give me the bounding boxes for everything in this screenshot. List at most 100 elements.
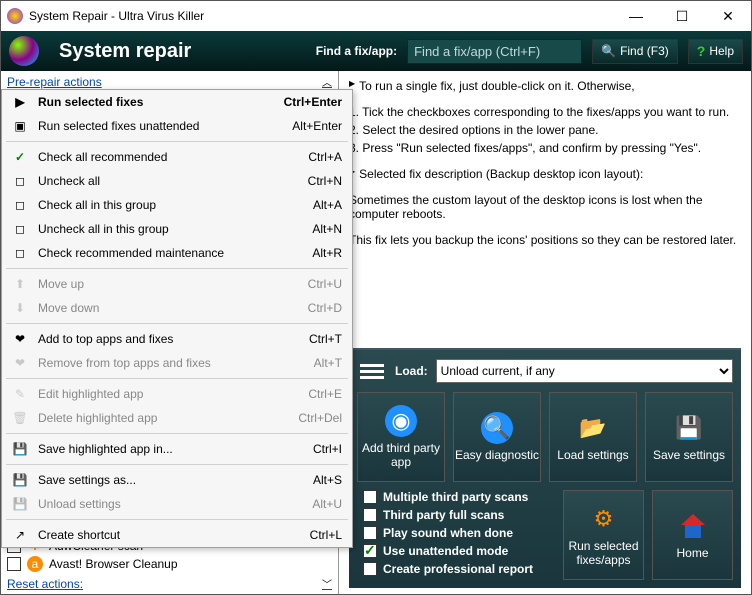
- menu-item[interactable]: 💾 Save highlighted app in... Ctrl+I: [2, 437, 352, 461]
- reset-actions-label: Reset actions:: [7, 577, 83, 591]
- tile-label: Load settings: [557, 448, 628, 462]
- menu-item-label: Move up: [38, 277, 298, 291]
- page-title: System repair: [59, 40, 191, 63]
- options-list: Multiple third party scans Third party f…: [357, 490, 555, 580]
- instruction-text: Selected fix description (Backup desktop…: [359, 167, 643, 181]
- menu-item[interactable]: ◻Uncheck allCtrl+N: [2, 169, 352, 193]
- options-row: Multiple third party scans Third party f…: [357, 490, 733, 580]
- menu-item-label: Move down: [38, 301, 298, 315]
- add-app-button[interactable]: ◉ Add third party app: [357, 392, 445, 482]
- menu-item-label: Edit highlighted app: [38, 387, 298, 401]
- load-select[interactable]: Unload current, if any: [436, 359, 733, 383]
- menu-item[interactable]: ◻Check recommended maintenanceAlt+R: [2, 241, 352, 265]
- home-button[interactable]: Home: [652, 490, 733, 580]
- menu-item-label: Add to top apps and fixes: [38, 332, 299, 346]
- checkbox[interactable]: [363, 490, 377, 504]
- checkbox[interactable]: [363, 562, 377, 576]
- load-settings-button[interactable]: 📂 Load settings: [549, 392, 637, 482]
- minimize-button[interactable]: —: [613, 1, 659, 31]
- instruction-text: 2. Select the desired options in the low…: [349, 123, 599, 137]
- gear-icon: ⚙: [588, 503, 620, 535]
- play-u-icon: ▣: [12, 118, 28, 134]
- option-label: Use unattended mode: [383, 544, 508, 558]
- menu-item[interactable]: ▣ Run selected fixes unattended Alt+Enter: [2, 114, 352, 138]
- menu-item: ⬇Move downCtrl+D: [2, 296, 352, 320]
- option-label: Create professional report: [383, 562, 533, 576]
- option-label: Third party full scans: [383, 508, 504, 522]
- list-item[interactable]: a Avast! Browser Cleanup: [1, 555, 338, 573]
- run-selected-button[interactable]: ⚙ Run selected fixes/apps: [563, 490, 644, 580]
- magnifier-icon: 🔍: [481, 412, 513, 444]
- action-tiles: ⚙ Run selected fixes/apps Home: [563, 490, 733, 580]
- search-input[interactable]: [407, 39, 582, 64]
- help-button[interactable]: ? Help: [688, 39, 743, 64]
- menu-item-shortcut: Ctrl+Enter: [284, 95, 342, 109]
- menu-item-shortcut: Ctrl+T: [309, 332, 342, 346]
- find-button[interactable]: 🔍 Find (F3): [592, 39, 678, 64]
- shortcut-icon: ↗: [12, 527, 28, 543]
- maximize-button[interactable]: ☐: [659, 1, 705, 31]
- menu-item: ⬆Move upCtrl+U: [2, 272, 352, 296]
- folder-icon: 📂: [577, 412, 609, 444]
- option-play-sound[interactable]: Play sound when done: [363, 526, 555, 540]
- menu-separator: [6, 268, 348, 269]
- menu-item-shortcut: Ctrl+I: [313, 442, 342, 456]
- checkbox-checked[interactable]: [363, 544, 377, 558]
- avast-icon: a: [27, 556, 43, 572]
- titlebar: System Repair - Ultra Virus Killer — ☐ ✕: [1, 1, 751, 31]
- menu-item-shortcut: Alt+Enter: [292, 119, 342, 133]
- instruction-text: Sometimes the custom layout of the deskt…: [349, 193, 741, 221]
- menu-item[interactable]: ◻Uncheck all in this groupAlt+N: [2, 217, 352, 241]
- chevron-down-icon[interactable]: ﹀: [322, 576, 332, 591]
- save-icon: 💾: [12, 441, 28, 457]
- menu-item[interactable]: ✓Check all recommendedCtrl+A: [2, 145, 352, 169]
- bottom-panel: Load: Unload current, if any ◉ Add third…: [349, 348, 741, 588]
- option-full-scans[interactable]: Third party full scans: [363, 508, 555, 522]
- tile-label: Home: [676, 546, 708, 560]
- help-button-label: Help: [709, 44, 734, 58]
- save-settings-button[interactable]: 💾 Save settings: [645, 392, 733, 482]
- menu-item-label: Run selected fixes unattended: [38, 119, 282, 133]
- chevron-up-icon[interactable]: ︿: [322, 74, 332, 89]
- option-pro-report[interactable]: Create professional report: [363, 562, 555, 576]
- menu-item[interactable]: ◻Check all in this groupAlt+A: [2, 193, 352, 217]
- instructions: ▶To run a single fix, just double-click …: [349, 77, 741, 249]
- menu-item-shortcut: Ctrl+Del: [298, 411, 342, 425]
- menu-item[interactable]: ▶Run selected fixesCtrl+Enter: [2, 90, 352, 114]
- menu-item-label: Save settings as...: [38, 473, 303, 487]
- option-label: Play sound when done: [383, 526, 513, 540]
- menu-item-label: Check recommended maintenance: [38, 246, 302, 260]
- menu-item-label: Remove from top apps and fixes: [38, 356, 304, 370]
- menu-item-shortcut: Ctrl+N: [308, 174, 342, 188]
- option-multiple-scans[interactable]: Multiple third party scans: [363, 490, 555, 504]
- hamburger-icon[interactable]: [357, 358, 387, 384]
- option-label: Multiple third party scans: [383, 490, 528, 504]
- menu-item-label: Save highlighted app in...: [38, 442, 303, 456]
- checkbox[interactable]: [363, 526, 377, 540]
- checkbox[interactable]: [7, 557, 21, 571]
- menu-item[interactable]: 💾Save settings as...Alt+S: [2, 468, 352, 492]
- option-unattended[interactable]: Use unattended mode: [363, 544, 555, 558]
- heart-icon: ❤: [12, 331, 28, 347]
- menu-item: ✎Edit highlighted appCtrl+E: [2, 382, 352, 406]
- menu-item[interactable]: ↗Create shortcutCtrl+L: [2, 523, 352, 547]
- menu-item-label: Uncheck all in this group: [38, 222, 302, 236]
- reset-actions-header[interactable]: Reset actions: ﹀: [1, 573, 338, 594]
- right-panel: ▶To run a single fix, just double-click …: [339, 71, 751, 594]
- menu-item[interactable]: ❤ Add to top apps and fixes Ctrl+T: [2, 327, 352, 351]
- easy-diagnostic-button[interactable]: 🔍 Easy diagnostic: [453, 392, 541, 482]
- tile-label: Save settings: [653, 448, 725, 462]
- menu-item-shortcut: Alt+S: [313, 473, 342, 487]
- load-label: Load:: [395, 364, 428, 378]
- item-label: Avast! Browser Cleanup: [49, 557, 178, 571]
- checkbox[interactable]: [363, 508, 377, 522]
- context-menu: ▶Run selected fixesCtrl+Enter ▣ Run select…: [1, 89, 353, 548]
- menu-item-label: Check all in this group: [38, 198, 303, 212]
- help-icon: ?: [697, 43, 706, 59]
- menu-separator: [6, 141, 348, 142]
- heart-icon: ❤: [12, 355, 28, 371]
- box-icon: ◻: [12, 221, 28, 237]
- close-button[interactable]: ✕: [705, 1, 751, 31]
- eye-icon: ◉: [385, 405, 417, 437]
- menu-item-shortcut: Alt+R: [312, 246, 342, 260]
